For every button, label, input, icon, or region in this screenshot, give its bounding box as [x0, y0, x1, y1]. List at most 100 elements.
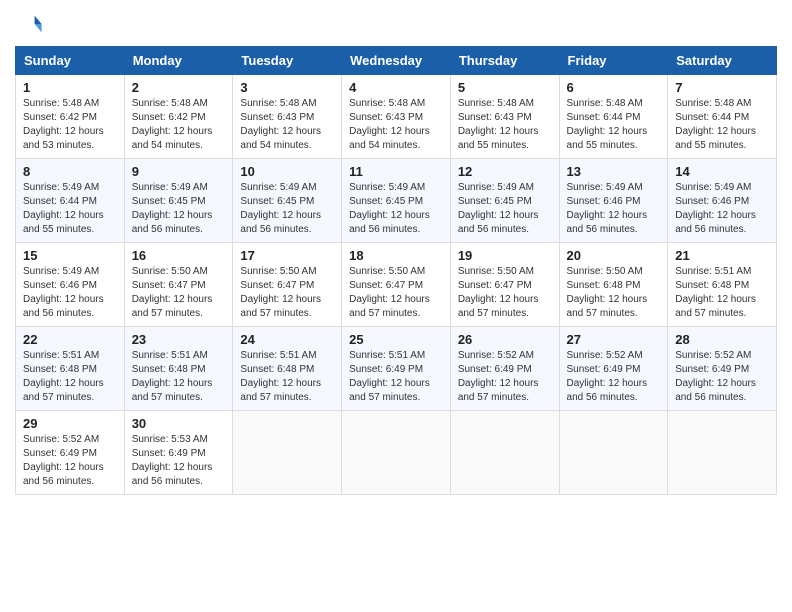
day-number: 17	[240, 248, 334, 263]
day-info: Sunrise: 5:50 AMSunset: 6:47 PMDaylight:…	[458, 265, 552, 321]
calendar-cell: 9 Sunrise: 5:49 AMSunset: 6:45 PMDayligh…	[124, 159, 233, 243]
day-info: Sunrise: 5:49 AMSunset: 6:45 PMDaylight:…	[132, 181, 226, 237]
calendar-cell: 12 Sunrise: 5:49 AMSunset: 6:45 PMDaylig…	[450, 159, 559, 243]
day-info: Sunrise: 5:49 AMSunset: 6:46 PMDaylight:…	[23, 265, 117, 321]
day-number: 13	[567, 164, 661, 179]
calendar-cell: 21 Sunrise: 5:51 AMSunset: 6:48 PMDaylig…	[668, 243, 777, 327]
calendar-cell	[450, 411, 559, 495]
day-info: Sunrise: 5:49 AMSunset: 6:45 PMDaylight:…	[240, 181, 334, 237]
day-info: Sunrise: 5:48 AMSunset: 6:44 PMDaylight:…	[567, 97, 661, 153]
day-info: Sunrise: 5:48 AMSunset: 6:43 PMDaylight:…	[349, 97, 443, 153]
calendar-cell: 7 Sunrise: 5:48 AMSunset: 6:44 PMDayligh…	[668, 75, 777, 159]
calendar-cell: 19 Sunrise: 5:50 AMSunset: 6:47 PMDaylig…	[450, 243, 559, 327]
calendar-cell: 6 Sunrise: 5:48 AMSunset: 6:44 PMDayligh…	[559, 75, 668, 159]
day-number: 28	[675, 332, 769, 347]
day-info: Sunrise: 5:49 AMSunset: 6:45 PMDaylight:…	[349, 181, 443, 237]
day-info: Sunrise: 5:53 AMSunset: 6:49 PMDaylight:…	[132, 433, 226, 489]
day-number: 6	[567, 80, 661, 95]
calendar-cell	[559, 411, 668, 495]
day-info: Sunrise: 5:48 AMSunset: 6:44 PMDaylight:…	[675, 97, 769, 153]
calendar-cell: 22 Sunrise: 5:51 AMSunset: 6:48 PMDaylig…	[16, 327, 125, 411]
calendar-row: 29 Sunrise: 5:52 AMSunset: 6:49 PMDaylig…	[16, 411, 777, 495]
day-info: Sunrise: 5:52 AMSunset: 6:49 PMDaylight:…	[675, 349, 769, 405]
day-number: 25	[349, 332, 443, 347]
calendar-cell: 25 Sunrise: 5:51 AMSunset: 6:49 PMDaylig…	[342, 327, 451, 411]
calendar-cell: 27 Sunrise: 5:52 AMSunset: 6:49 PMDaylig…	[559, 327, 668, 411]
day-number: 10	[240, 164, 334, 179]
calendar-cell: 10 Sunrise: 5:49 AMSunset: 6:45 PMDaylig…	[233, 159, 342, 243]
day-number: 5	[458, 80, 552, 95]
day-info: Sunrise: 5:51 AMSunset: 6:49 PMDaylight:…	[349, 349, 443, 405]
day-info: Sunrise: 5:48 AMSunset: 6:42 PMDaylight:…	[23, 97, 117, 153]
day-info: Sunrise: 5:49 AMSunset: 6:46 PMDaylight:…	[675, 181, 769, 237]
calendar-cell: 16 Sunrise: 5:50 AMSunset: 6:47 PMDaylig…	[124, 243, 233, 327]
logo-icon	[15, 10, 43, 38]
day-number: 21	[675, 248, 769, 263]
weekday-header-sunday: Sunday	[16, 47, 125, 75]
day-info: Sunrise: 5:52 AMSunset: 6:49 PMDaylight:…	[567, 349, 661, 405]
calendar-row: 1 Sunrise: 5:48 AMSunset: 6:42 PMDayligh…	[16, 75, 777, 159]
calendar-cell: 8 Sunrise: 5:49 AMSunset: 6:44 PMDayligh…	[16, 159, 125, 243]
calendar-cell: 30 Sunrise: 5:53 AMSunset: 6:49 PMDaylig…	[124, 411, 233, 495]
day-info: Sunrise: 5:50 AMSunset: 6:48 PMDaylight:…	[567, 265, 661, 321]
calendar-cell: 2 Sunrise: 5:48 AMSunset: 6:42 PMDayligh…	[124, 75, 233, 159]
day-number: 20	[567, 248, 661, 263]
day-info: Sunrise: 5:52 AMSunset: 6:49 PMDaylight:…	[23, 433, 117, 489]
weekday-header-tuesday: Tuesday	[233, 47, 342, 75]
calendar-row: 22 Sunrise: 5:51 AMSunset: 6:48 PMDaylig…	[16, 327, 777, 411]
calendar-cell: 14 Sunrise: 5:49 AMSunset: 6:46 PMDaylig…	[668, 159, 777, 243]
day-number: 24	[240, 332, 334, 347]
day-info: Sunrise: 5:51 AMSunset: 6:48 PMDaylight:…	[23, 349, 117, 405]
weekday-header-wednesday: Wednesday	[342, 47, 451, 75]
day-number: 26	[458, 332, 552, 347]
calendar-table: SundayMondayTuesdayWednesdayThursdayFrid…	[15, 46, 777, 495]
day-info: Sunrise: 5:52 AMSunset: 6:49 PMDaylight:…	[458, 349, 552, 405]
day-number: 3	[240, 80, 334, 95]
calendar-cell	[668, 411, 777, 495]
day-number: 11	[349, 164, 443, 179]
calendar-cell: 3 Sunrise: 5:48 AMSunset: 6:43 PMDayligh…	[233, 75, 342, 159]
day-info: Sunrise: 5:50 AMSunset: 6:47 PMDaylight:…	[132, 265, 226, 321]
day-info: Sunrise: 5:50 AMSunset: 6:47 PMDaylight:…	[240, 265, 334, 321]
header	[15, 10, 777, 38]
weekday-header-friday: Friday	[559, 47, 668, 75]
day-number: 2	[132, 80, 226, 95]
day-info: Sunrise: 5:49 AMSunset: 6:46 PMDaylight:…	[567, 181, 661, 237]
day-number: 15	[23, 248, 117, 263]
calendar-row: 15 Sunrise: 5:49 AMSunset: 6:46 PMDaylig…	[16, 243, 777, 327]
weekday-header-monday: Monday	[124, 47, 233, 75]
day-info: Sunrise: 5:50 AMSunset: 6:47 PMDaylight:…	[349, 265, 443, 321]
day-number: 4	[349, 80, 443, 95]
day-info: Sunrise: 5:48 AMSunset: 6:43 PMDaylight:…	[458, 97, 552, 153]
day-number: 12	[458, 164, 552, 179]
calendar-cell: 13 Sunrise: 5:49 AMSunset: 6:46 PMDaylig…	[559, 159, 668, 243]
day-info: Sunrise: 5:49 AMSunset: 6:45 PMDaylight:…	[458, 181, 552, 237]
day-number: 14	[675, 164, 769, 179]
calendar-cell: 11 Sunrise: 5:49 AMSunset: 6:45 PMDaylig…	[342, 159, 451, 243]
calendar-cell: 28 Sunrise: 5:52 AMSunset: 6:49 PMDaylig…	[668, 327, 777, 411]
calendar-cell: 4 Sunrise: 5:48 AMSunset: 6:43 PMDayligh…	[342, 75, 451, 159]
day-number: 9	[132, 164, 226, 179]
logo	[15, 10, 47, 38]
day-number: 1	[23, 80, 117, 95]
day-info: Sunrise: 5:51 AMSunset: 6:48 PMDaylight:…	[132, 349, 226, 405]
day-info: Sunrise: 5:48 AMSunset: 6:43 PMDaylight:…	[240, 97, 334, 153]
calendar-cell	[233, 411, 342, 495]
day-info: Sunrise: 5:51 AMSunset: 6:48 PMDaylight:…	[240, 349, 334, 405]
calendar-cell: 15 Sunrise: 5:49 AMSunset: 6:46 PMDaylig…	[16, 243, 125, 327]
day-info: Sunrise: 5:48 AMSunset: 6:42 PMDaylight:…	[132, 97, 226, 153]
calendar-cell: 23 Sunrise: 5:51 AMSunset: 6:48 PMDaylig…	[124, 327, 233, 411]
calendar-row: 8 Sunrise: 5:49 AMSunset: 6:44 PMDayligh…	[16, 159, 777, 243]
weekday-header-thursday: Thursday	[450, 47, 559, 75]
day-number: 23	[132, 332, 226, 347]
day-number: 27	[567, 332, 661, 347]
calendar-cell: 20 Sunrise: 5:50 AMSunset: 6:48 PMDaylig…	[559, 243, 668, 327]
day-number: 29	[23, 416, 117, 431]
day-number: 22	[23, 332, 117, 347]
calendar-cell: 1 Sunrise: 5:48 AMSunset: 6:42 PMDayligh…	[16, 75, 125, 159]
calendar-cell	[342, 411, 451, 495]
calendar-cell: 17 Sunrise: 5:50 AMSunset: 6:47 PMDaylig…	[233, 243, 342, 327]
day-number: 19	[458, 248, 552, 263]
day-number: 16	[132, 248, 226, 263]
day-info: Sunrise: 5:51 AMSunset: 6:48 PMDaylight:…	[675, 265, 769, 321]
